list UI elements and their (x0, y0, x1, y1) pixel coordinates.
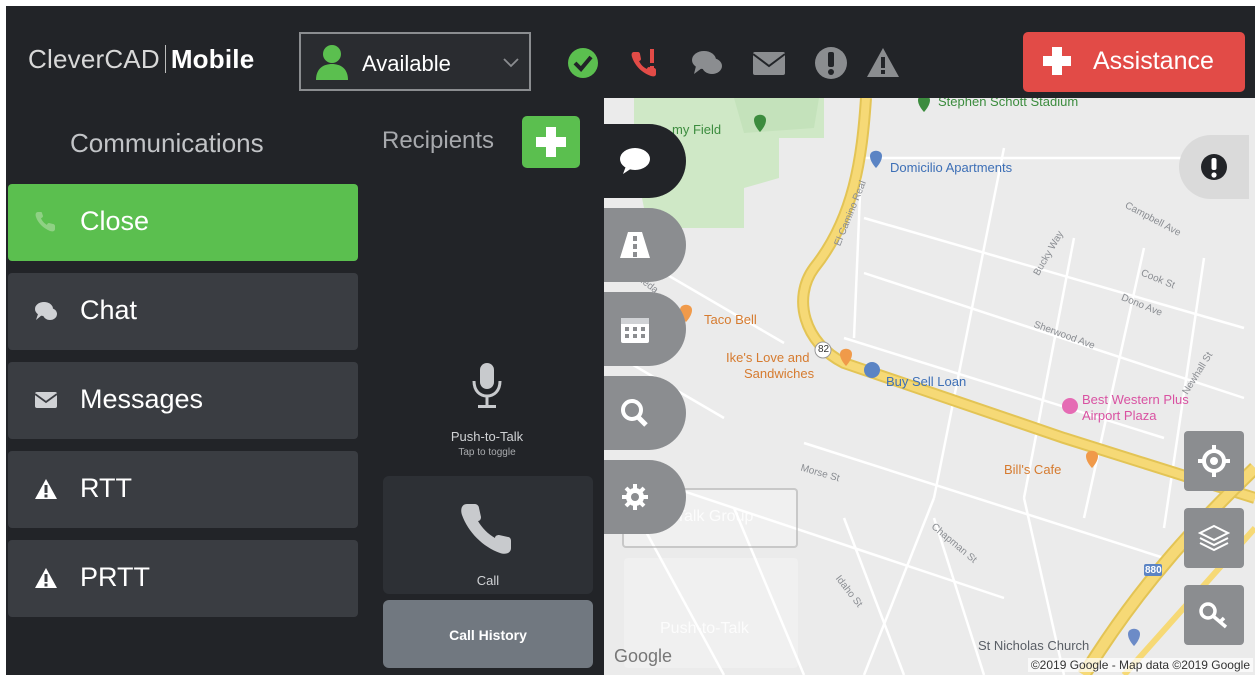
map-label-best-western: Best Western Plus (1082, 392, 1189, 407)
map-search-button[interactable] (604, 376, 686, 450)
microphone-icon (472, 363, 502, 408)
layers-icon (1198, 524, 1230, 552)
map-label-field: my Field (672, 122, 722, 137)
map-label-domicilio: Domicilio Apartments (890, 160, 1013, 175)
chat-bubble-icon (620, 148, 650, 174)
plus-icon (536, 127, 566, 157)
comm-item-label: Close (80, 206, 150, 236)
check-circle-icon[interactable] (566, 46, 600, 80)
map-chat-button[interactable] (604, 124, 686, 198)
phone-icon (461, 504, 511, 554)
search-icon (621, 399, 648, 427)
phone-icon (35, 212, 55, 232)
map-settings-button[interactable] (604, 460, 686, 534)
envelope-icon (34, 392, 58, 408)
key-icon (1199, 602, 1228, 629)
map-label-stadium: Stephen Schott Stadium (938, 98, 1079, 109)
comm-item-close[interactable]: Close (8, 184, 358, 261)
warning-icon (35, 568, 57, 588)
map-label-ikes-2: Sandwiches (744, 366, 815, 381)
map-label-church: St Nicholas Church (978, 638, 1090, 653)
exclamation-icon (1201, 154, 1227, 180)
call-history-label: Call History (449, 627, 527, 643)
map-key-button[interactable] (1184, 585, 1244, 645)
highway-shield: 880 (1145, 565, 1162, 576)
brand-name: CleverCAD (28, 44, 160, 74)
call-button[interactable]: Call (383, 476, 593, 594)
chevron-down-icon (503, 58, 519, 68)
call-label: Call (476, 573, 500, 588)
status-dropdown[interactable]: Available (299, 32, 531, 91)
map-road-button[interactable] (604, 208, 686, 282)
map-locate-button[interactable] (1184, 431, 1244, 491)
map-label-ikes-1: Ike's Love and (726, 350, 810, 365)
person-icon (316, 45, 348, 80)
route-shield: 82 (818, 344, 830, 355)
app-window: CleverCAD Mobile Available Assistance Co… (6, 6, 1255, 675)
comm-item-messages[interactable]: Messages (8, 362, 358, 439)
top-bar: CleverCAD Mobile Available Assistance (6, 6, 1255, 98)
plus-icon (1043, 47, 1071, 75)
comm-item-label: Chat (80, 295, 138, 325)
envelope-icon[interactable] (752, 46, 786, 80)
comm-item-chat[interactable]: Chat (8, 273, 358, 350)
comm-item-rtt[interactable]: RTT (8, 451, 358, 528)
map-layers-button[interactable] (1184, 508, 1244, 568)
calendar-icon (621, 318, 649, 343)
add-recipient-button[interactable] (522, 116, 580, 168)
brand-logo: CleverCAD Mobile (28, 44, 254, 75)
communications-title: Communications (70, 128, 264, 158)
phone-off-icon[interactable] (628, 46, 662, 80)
ptt-subtitle: Tap to toggle (458, 447, 516, 458)
map-view[interactable]: Stephen Schott Stadium my Field Domicili… (604, 98, 1255, 675)
road-icon (620, 232, 650, 258)
push-to-talk-button[interactable]: Push-to-Talk Tap to toggle (436, 361, 538, 471)
map-label-taco-bell: Taco Bell (704, 312, 757, 327)
assistance-button[interactable]: Assistance (1023, 32, 1245, 92)
status-selected-label: Available (362, 51, 451, 76)
recipients-title: Recipients (382, 127, 495, 154)
map-label-buy-sell: Buy Sell Loan (886, 374, 967, 389)
map-alert-button[interactable] (1179, 135, 1249, 199)
brand-suffix: Mobile (170, 44, 255, 74)
gear-icon (622, 484, 648, 510)
call-history-button[interactable]: Call History (383, 600, 593, 668)
google-logo: Google (614, 646, 673, 666)
comm-item-label: RTT (80, 473, 132, 503)
comm-item-label: PRTT (80, 562, 151, 592)
comm-item-label: Messages (80, 384, 204, 414)
map-label-bills-cafe: Bill's Cafe (1004, 462, 1062, 477)
warning-icon (35, 479, 57, 499)
map-label-airport-plaza: Airport Plaza (1082, 408, 1157, 423)
ptt-title: Push-to-Talk (450, 429, 524, 444)
crosshair-icon (1198, 445, 1230, 477)
warning-icon[interactable] (866, 46, 900, 80)
assistance-label: Assistance (1093, 47, 1214, 75)
exclamation-icon[interactable] (814, 46, 848, 80)
brand-divider (164, 45, 166, 73)
map-attribution: ©2019 Google - Map data ©2019 Google (1027, 658, 1253, 672)
comm-item-prtt[interactable]: PRTT (8, 540, 358, 617)
chat-icon (35, 302, 57, 320)
chat-icon[interactable] (690, 46, 724, 80)
map-calendar-button[interactable] (604, 292, 686, 366)
